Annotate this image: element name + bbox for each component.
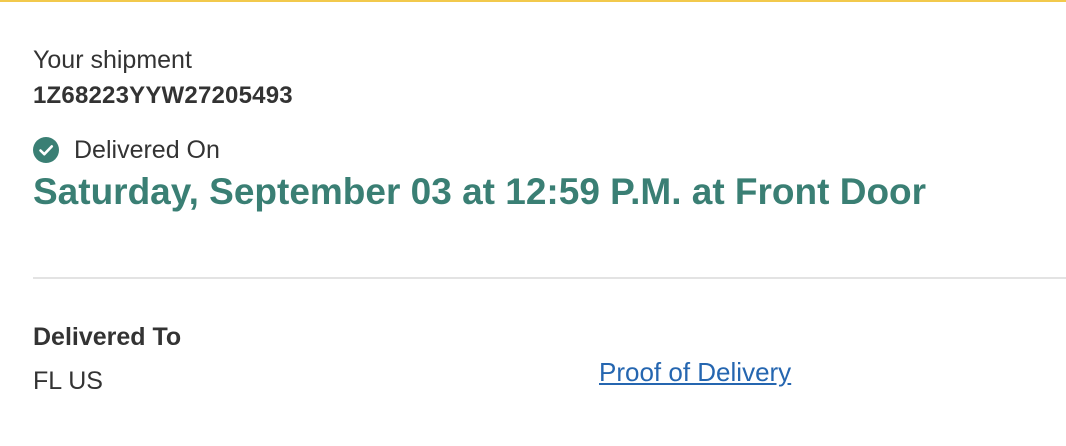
delivery-status-row: Delivered On	[33, 135, 220, 165]
top-accent-border	[0, 0, 1066, 2]
delivered-to-heading: Delivered To	[33, 323, 182, 351]
tracking-number: 1Z68223YYW27205493	[33, 82, 293, 109]
delivered-to-location: FL US	[33, 367, 103, 395]
shipment-label: Your shipment	[33, 46, 192, 74]
check-circle-icon	[33, 137, 59, 163]
delivery-date-time: Saturday, September 03 at 12:59 P.M. at …	[33, 171, 927, 212]
proof-of-delivery-link[interactable]: Proof of Delivery	[599, 357, 791, 387]
delivery-status-label: Delivered On	[74, 136, 220, 164]
section-divider	[33, 277, 1066, 279]
